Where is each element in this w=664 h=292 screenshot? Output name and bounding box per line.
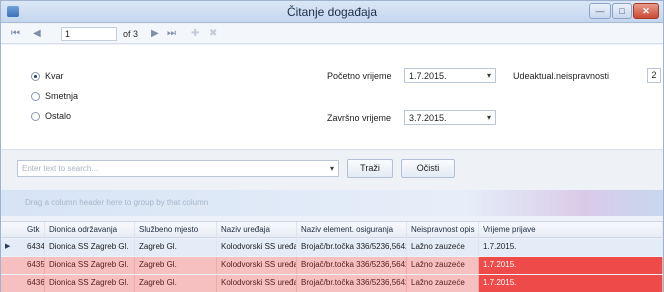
radio-label: Ostalo [45, 111, 72, 121]
radio-button[interactable] [31, 71, 40, 81]
table-cell[interactable]: 6435... [23, 257, 45, 274]
record-navigator: ⏮ ◀ 1 of 3 ▶ ⏭ ✚ ✖ [1, 24, 663, 44]
table-row[interactable]: 6435... Dionica SS Zagreb Gl. Zagreb Gl.… [1, 257, 663, 274]
table-cell[interactable]: Zagreb Gl. [135, 257, 217, 274]
table-cell[interactable]: 1.7.2015. [479, 257, 663, 274]
table-cell[interactable]: Lažno zauzeće [407, 275, 479, 292]
chevron-down-icon[interactable]: ▾ [487, 113, 491, 122]
column-header[interactable]: Službeno mjesto [135, 222, 217, 239]
maximize-icon: □ [619, 6, 625, 16]
table-cell[interactable]: Brojač/br.točka 336/5236,5642 [297, 275, 407, 292]
first-page-icon[interactable]: ⏮ [11, 28, 20, 39]
app-window: Čitanje događaja — □ ✕ ⏮ ◀ 1 of 3 ▶ ⏭ ✚ … [0, 0, 664, 292]
filter-panel: Kvar Smetnja Ostalo Početno vrijeme 1.7.… [1, 45, 663, 149]
minimize-icon: — [595, 6, 605, 16]
search-bar: ▾ Traži Očisti [1, 149, 663, 189]
minimize-button[interactable]: — [589, 3, 611, 19]
title-bar[interactable]: Čitanje događaja — □ ✕ [1, 1, 663, 23]
table-cell[interactable]: Dionica SS Zagreb Gl. [45, 275, 135, 292]
table-cell[interactable]: 6434... [23, 239, 45, 256]
table-cell[interactable]: 1.7.2015. [479, 239, 663, 256]
unavailability-input[interactable]: 2 [647, 68, 661, 83]
grid-header-row: Gtk Dionica održavanja Službeno mjesto N… [1, 221, 663, 239]
radio-ostalo[interactable]: Ostalo [31, 111, 71, 121]
close-button[interactable]: ✕ [633, 3, 659, 19]
group-panel-hint: Drag a column header here to group by th… [25, 198, 209, 207]
table-cell[interactable]: Kolodvorski SS uređaj [217, 275, 297, 292]
column-header[interactable]: Vrijeme prijave [479, 222, 663, 239]
radio-smetnja[interactable]: Smetnja [31, 91, 78, 101]
radio-label: Smetnja [45, 91, 79, 101]
table-cell[interactable]: 1.7.2015. [479, 275, 663, 292]
close-icon: ✕ [642, 6, 650, 16]
table-cell[interactable]: 6436... [23, 275, 45, 292]
table-cell[interactable]: Dionica SS Zagreb Gl. [45, 239, 135, 256]
table-cell[interactable]: Lažno zauzeće [407, 239, 479, 256]
table-cell[interactable]: Lažno zauzeće [407, 257, 479, 274]
chevron-down-icon[interactable]: ▾ [330, 164, 334, 173]
table-cell[interactable]: Kolodvorski SS uređaj [217, 257, 297, 274]
table-cell[interactable]: Dionica SS Zagreb Gl. [45, 257, 135, 274]
current-row-indicator-icon: ▶ [5, 243, 11, 250]
end-time-value: 3.7.2015. [409, 113, 447, 123]
search-button[interactable]: Traži [347, 159, 393, 178]
table-cell[interactable]: Zagreb Gl. [135, 275, 217, 292]
group-panel[interactable]: Drag a column header here to group by th… [1, 190, 663, 216]
start-time-label: Početno vrijeme [327, 71, 392, 81]
delete-record-icon[interactable]: ✖ [209, 28, 217, 39]
column-header[interactable]: Gtk [23, 222, 45, 239]
search-input[interactable] [18, 161, 318, 176]
page-count-label: of 3 [123, 29, 139, 39]
unavailability-label: Udeaktual.neispravnosti [513, 71, 610, 81]
radio-button[interactable] [31, 111, 40, 121]
add-record-icon[interactable]: ✚ [191, 28, 199, 39]
radio-button[interactable] [31, 91, 40, 101]
column-header[interactable]: Neispravnost opis [407, 222, 479, 239]
column-header[interactable]: Naziv element. osiguranja [297, 222, 407, 239]
table-cell[interactable]: Kolodvorski SS uređaj [217, 239, 297, 256]
table-row[interactable]: 6436... Dionica SS Zagreb Gl. Zagreb Gl.… [1, 275, 663, 292]
previous-page-icon[interactable]: ◀ [33, 28, 41, 39]
next-page-icon[interactable]: ▶ [151, 28, 159, 39]
search-input-box[interactable]: ▾ [17, 160, 339, 177]
end-time-picker[interactable]: 3.7.2015. ▾ [404, 110, 496, 125]
table-cell[interactable]: Zagreb Gl. [135, 239, 217, 256]
maximize-button[interactable]: □ [612, 3, 632, 19]
table-cell[interactable]: Brojač/br.točka 336/5236,5642 [297, 239, 407, 256]
page-number-input[interactable]: 1 [61, 27, 117, 41]
table-row[interactable]: ▶ 6434... Dionica SS Zagreb Gl. Zagreb G… [1, 239, 663, 256]
start-time-picker[interactable]: 1.7.2015. ▾ [404, 68, 496, 83]
start-time-value: 1.7.2015. [409, 71, 447, 81]
last-page-icon[interactable]: ⏭ [167, 28, 176, 39]
chevron-down-icon[interactable]: ▾ [487, 71, 491, 80]
clear-button[interactable]: Očisti [401, 159, 455, 178]
window-title: Čitanje događaja [286, 5, 378, 19]
column-header[interactable]: Dionica održavanja [45, 222, 135, 239]
end-time-label: Završno vrijeme [327, 113, 392, 123]
column-header[interactable]: Naziv uređaja [217, 222, 297, 239]
table-cell[interactable]: Brojač/br.točka 336/5236,5642 [297, 257, 407, 274]
radio-kvar[interactable]: Kvar [31, 71, 64, 81]
radio-label: Kvar [45, 71, 64, 81]
